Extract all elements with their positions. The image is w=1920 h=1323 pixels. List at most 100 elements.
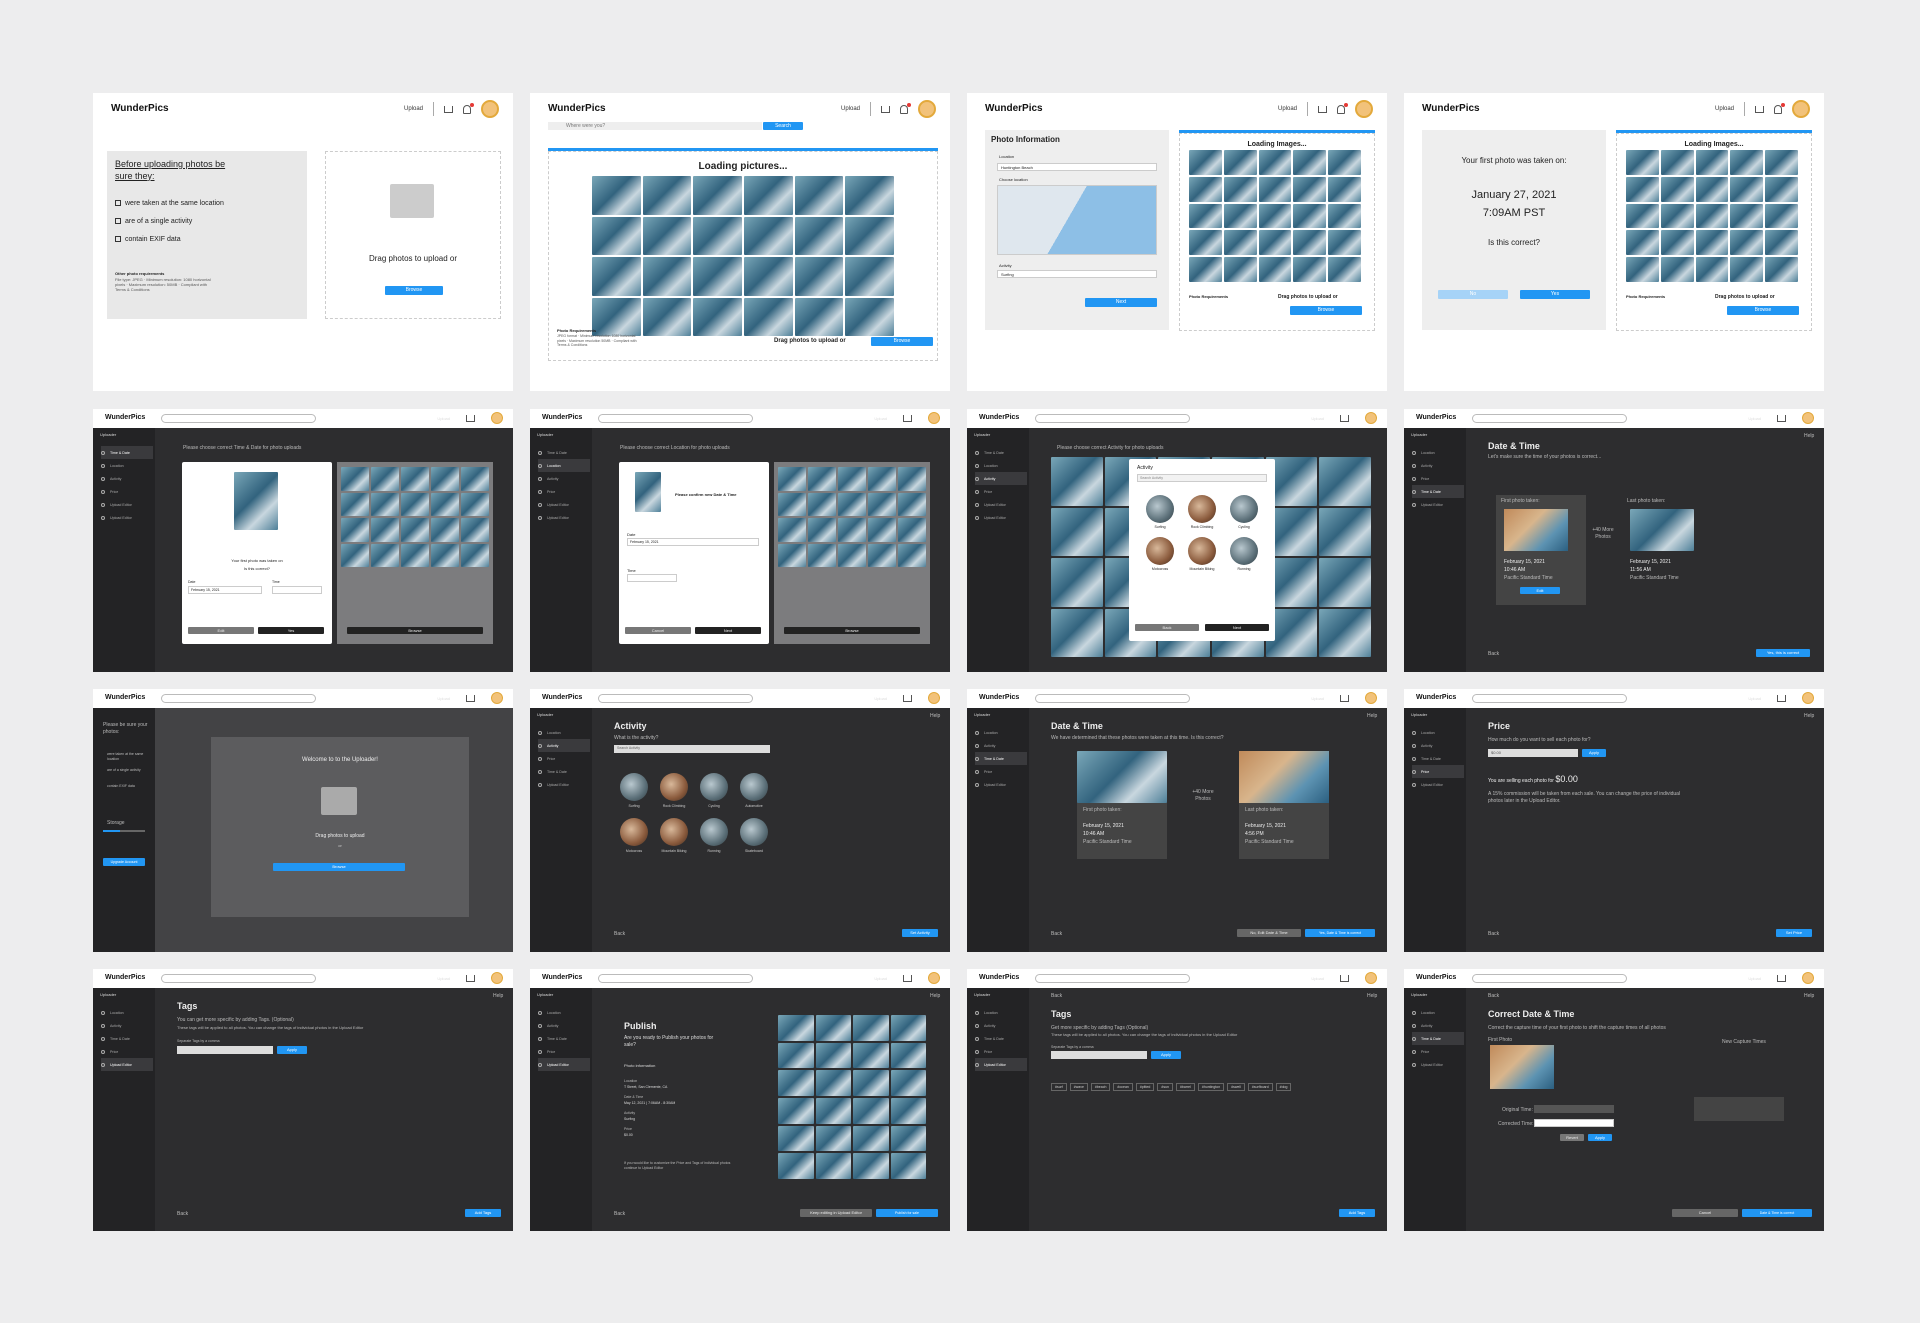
revert-button[interactable]: Revert [1560,1134,1584,1141]
time-input[interactable] [272,586,322,594]
bell-icon[interactable] [900,102,911,114]
browse-button[interactable]: Browse [1290,306,1362,315]
activity-option[interactable]: Automotive [734,773,774,808]
step-item[interactable]: Price [975,485,1027,498]
activity-option[interactable]: Skateboard [734,818,774,853]
tag-chip[interactable]: #swell [1227,1083,1245,1091]
step-item[interactable]: Upload Editor [101,498,153,511]
cart-icon[interactable] [466,974,475,982]
step-item[interactable]: Location [101,1006,153,1019]
edit-button[interactable]: Edit [1520,587,1560,594]
add-tags-button[interactable]: Add Tags [465,1209,501,1217]
back-link[interactable]: Back [1488,651,1499,658]
search-bar[interactable] [1035,694,1190,703]
step-item[interactable]: Price [101,1045,153,1058]
upload-button[interactable]: Upload [1311,416,1324,421]
activity-option[interactable]: Running [1223,537,1265,571]
cancel-button[interactable]: Cancel [625,627,691,634]
cart-icon[interactable] [903,694,912,702]
avatar[interactable] [481,100,499,118]
step-item[interactable]: Time & Date [538,1032,590,1045]
step-item[interactable]: Time & Date [101,1032,153,1045]
cart-icon[interactable] [444,105,453,113]
tag-chip[interactable]: #wave [1069,1083,1088,1091]
bell-icon[interactable] [1337,102,1348,114]
step-item[interactable]: Activity [975,472,1027,485]
dropzone[interactable]: Loading Images... Photo Requirements Dra… [1179,133,1375,331]
step-item[interactable]: Upload Editor [1412,1058,1464,1071]
search-bar[interactable] [161,694,316,703]
avatar[interactable] [1802,972,1814,984]
activity-option[interactable]: Motocross [614,818,654,853]
tags-input[interactable] [1051,1051,1147,1059]
search-bar[interactable] [1472,414,1627,423]
activity-option[interactable]: Cycling [1223,495,1265,529]
search-bar[interactable] [598,974,753,983]
browse-button[interactable]: Browse [385,286,443,295]
step-item[interactable]: Activity [538,1019,590,1032]
bell-icon[interactable] [1774,102,1785,114]
search-bar[interactable] [1035,974,1190,983]
search-input[interactable]: Where were you? [548,122,762,130]
next-button[interactable]: Next [1205,624,1269,631]
set-activity-button[interactable]: Set Activity [902,929,938,937]
avatar[interactable] [918,100,936,118]
apply-button[interactable]: Apply [1151,1051,1181,1059]
cart-icon[interactable] [1755,105,1764,113]
time-input[interactable] [627,574,677,582]
upgrade-button[interactable]: Upgrade Account [103,858,145,866]
check-item[interactable]: contain EXIF data [115,235,181,244]
avatar[interactable] [491,972,503,984]
upload-button[interactable]: Upload [841,106,860,112]
upload-button[interactable]: Upload [437,976,450,981]
confirm-button[interactable]: Yes, Date & Time is correct [1305,929,1375,937]
search-bar[interactable] [161,414,316,423]
step-item[interactable]: Upload Editor [101,511,153,524]
upload-button[interactable]: Upload [1311,696,1324,701]
avatar[interactable] [1365,972,1377,984]
activity-search[interactable]: Search Activity [614,745,770,753]
help-link[interactable]: Help [1804,713,1814,720]
upload-button[interactable]: Upload [874,416,887,421]
avatar[interactable] [1365,412,1377,424]
yes-button[interactable]: Yes [1520,290,1590,299]
apply-button[interactable]: Apply [1582,749,1606,757]
help-link[interactable]: Help [493,993,503,1000]
step-item[interactable]: Time & Date [1412,1032,1464,1045]
corrected-time-field[interactable] [1534,1119,1614,1127]
next-button[interactable]: Next [695,627,761,634]
avatar[interactable] [1365,692,1377,704]
avatar[interactable] [1802,692,1814,704]
confirm-button[interactable]: Yes, this is correct [1756,649,1810,657]
back-link[interactable]: Back [614,1211,625,1218]
browse-button[interactable]: Browse [784,627,920,634]
keep-editing-button[interactable]: Keep editing in Upload Editor [800,1209,872,1217]
upload-button[interactable]: Upload [1311,976,1324,981]
activity-option[interactable]: Surfing [1139,495,1181,529]
step-item[interactable]: Location [538,1006,590,1019]
activity-option[interactable]: Motocross [1139,537,1181,571]
step-item[interactable]: Upload Editor [538,1058,590,1071]
avatar[interactable] [928,972,940,984]
search-bar[interactable] [1472,694,1627,703]
step-item[interactable]: Location [1412,1006,1464,1019]
step-item[interactable]: Upload Editor [101,1058,153,1071]
cart-icon[interactable] [1777,694,1786,702]
step-item[interactable]: Price [1412,472,1464,485]
step-item[interactable]: Upload Editor [1412,498,1464,511]
dropzone[interactable]: Loading Images... Photo Requirements Dra… [1616,133,1812,331]
step-item[interactable]: Time & Date [1412,485,1464,498]
dropzone[interactable]: Loading pictures... Photo Requirements J… [548,151,938,361]
back-link[interactable]: Back [1488,993,1499,1000]
step-item[interactable]: Price [101,485,153,498]
step-item[interactable]: Activity [975,1019,1027,1032]
edit-button[interactable]: Edit [188,627,254,634]
add-tags-button[interactable]: Add Tags [1339,1209,1375,1217]
step-item[interactable]: Price [538,752,590,765]
edit-date-button[interactable]: No, Edit Date & Time [1237,929,1301,937]
price-input[interactable]: $0.00 [1488,749,1578,757]
date-input[interactable]: February 15, 2021 [188,586,262,594]
tags-input[interactable] [177,1046,273,1054]
step-item[interactable]: Upload Editor [975,778,1027,791]
apply-button[interactable]: Apply [1588,1134,1612,1141]
